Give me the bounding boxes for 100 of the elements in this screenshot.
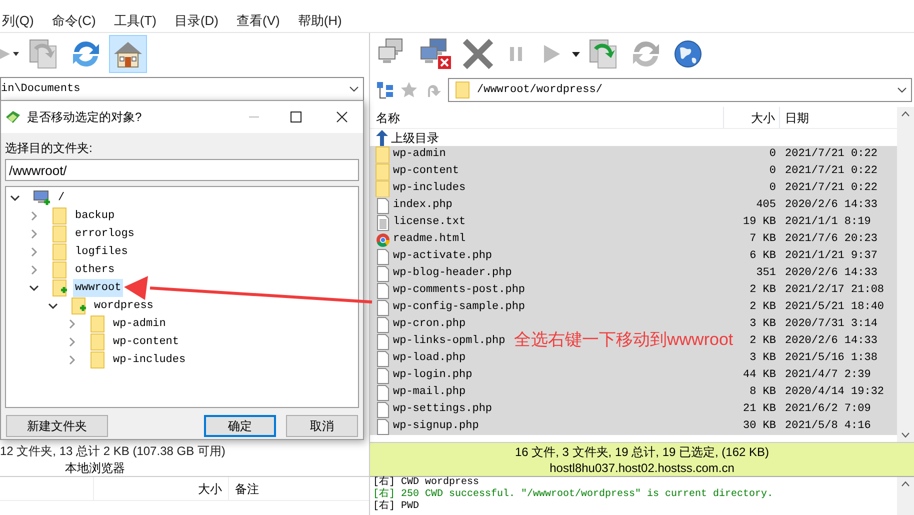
scroll-up-icon[interactable] — [901, 481, 910, 487]
dialog-button[interactable]: 确定 — [204, 415, 276, 437]
tree-item[interactable]: wwwroot — [73, 279, 124, 297]
expand-right-icon[interactable] — [29, 247, 39, 257]
column-header[interactable]: 日期 — [780, 108, 809, 126]
file-row[interactable]: wp-activate.php 6 KB 2021/1/21 9:37 — [370, 248, 897, 265]
file-row[interactable]: readme.html 7 KB 2021/7/6 20:23 — [370, 231, 897, 248]
folder-icon — [90, 333, 106, 351]
maximize-icon[interactable] — [290, 111, 302, 123]
menu-item[interactable]: 工具(T) — [114, 11, 156, 31]
file-icon — [377, 198, 389, 214]
file-date: 2021/7/21 0:22 — [784, 181, 878, 196]
folder-icon — [375, 146, 391, 164]
file-name: license.txt — [393, 215, 466, 230]
local-status-text: 12 文件夹, 13 总计 2 KB (107.38 GB 可用) — [0, 443, 226, 459]
expand-down-icon[interactable] — [29, 283, 39, 293]
prompt-label: 选择目的文件夹: — [5, 140, 94, 156]
file-name: wp-blog-header.php — [393, 266, 512, 282]
expand-right-icon[interactable] — [67, 319, 77, 329]
file-size: 7 KB — [748, 232, 777, 248]
disconnect-icon[interactable] — [418, 36, 454, 72]
file-row[interactable]: index.php 405 2020/2/6 14:33 — [370, 197, 897, 214]
menu-item[interactable]: 目录(D) — [174, 11, 218, 31]
file-name: wp-comments-post.php — [393, 283, 526, 298]
tree-view-icon[interactable] — [376, 81, 394, 99]
folder-icon — [90, 351, 106, 369]
expand-right-icon[interactable] — [29, 211, 39, 221]
column-header[interactable]: 大小 — [94, 477, 229, 500]
tree-item[interactable]: others — [73, 261, 117, 279]
column-header[interactable]: 备注 — [229, 480, 259, 498]
file-size: 44 KB — [742, 368, 777, 384]
file-name: wp-load.php — [393, 351, 466, 366]
file-row[interactable]: wp-includes 0 2021/7/21 0:22 — [370, 180, 897, 197]
scroll-up-icon[interactable] — [901, 111, 910, 117]
file-row[interactable]: license.txt 19 KB 2021/1/1 8:19 — [370, 214, 897, 231]
home-icon[interactable] — [110, 36, 146, 72]
file-date: 2021/1/1 8:19 — [784, 215, 871, 230]
file-name: index.php — [393, 198, 452, 214]
expand-down-icon[interactable] — [48, 301, 58, 311]
file-size: 351 — [755, 266, 777, 282]
file-row[interactable]: wp-blog-header.php 351 2020/2/6 14:33 — [370, 265, 897, 282]
tree-item[interactable]: wp-admin — [111, 315, 168, 333]
file-date: 2021/5/16 1:38 — [784, 351, 878, 366]
expand-right-icon[interactable] — [29, 265, 39, 275]
file-row[interactable]: wp-content 0 2021/7/21 0:22 — [370, 163, 897, 180]
folder-input[interactable]: /wwwroot/ — [5, 159, 359, 181]
menu-item[interactable]: 帮助(H) — [298, 11, 342, 31]
panel-label: 本地浏览器 — [65, 460, 125, 476]
file-icon — [377, 402, 389, 418]
file-size: 2 KB — [748, 283, 777, 298]
expand-right-icon[interactable] — [67, 355, 77, 365]
column-header[interactable]: 名称 — [370, 107, 724, 128]
file-row[interactable]: wp-load.php 3 KB 2021/5/16 1:38 — [370, 350, 897, 367]
file-date: 2021/6/2 7:09 — [784, 402, 871, 418]
computer-icon — [33, 190, 51, 206]
file-size: 2 KB — [748, 300, 777, 316]
file-name: wp-cron.php — [393, 317, 466, 332]
dialog-button[interactable]: 新建文件夹 — [6, 415, 108, 437]
tree-item[interactable]: logfiles — [73, 243, 130, 261]
tree-item[interactable]: wp-includes — [111, 351, 188, 369]
tree-item[interactable]: backup — [73, 207, 117, 225]
tree-item[interactable]: errorlogs — [73, 225, 136, 243]
path-field[interactable]: /wwwroot/wordpress/ — [448, 78, 912, 102]
scrollbar[interactable] — [897, 107, 914, 442]
expand-right-icon[interactable] — [29, 229, 39, 239]
parent-folder-link[interactable]: 上级目录 — [391, 128, 439, 146]
caret-icon[interactable] — [572, 52, 580, 56]
column-header[interactable]: 大小 — [724, 107, 780, 128]
file-icon — [377, 316, 389, 332]
file-row[interactable]: wp-admin 0 2021/7/21 0:22 — [370, 146, 897, 163]
text-file-icon — [377, 214, 389, 230]
browser-icon — [376, 232, 390, 246]
app-icon — [5, 110, 21, 124]
file-row[interactable]: wp-comments-post.php 2 KB 2021/2/17 21:08 — [370, 282, 897, 299]
file-name: wp-includes — [393, 181, 466, 196]
menu-item[interactable]: 命令(C) — [52, 11, 96, 31]
close-icon[interactable] — [336, 111, 348, 123]
expand-right-icon[interactable] — [67, 337, 77, 347]
file-name: wp-links-opml.php — [393, 334, 506, 350]
menu-item[interactable]: 查看(V) — [236, 11, 280, 31]
menu-item[interactable]: 列(Q) — [2, 11, 34, 31]
folder-icon — [71, 297, 87, 315]
file-row[interactable]: wp-links-opml.php 全选右键一下移动到wwwroot 2 KB 2020/2/6 14:33 — [370, 333, 897, 350]
file-row[interactable]: wp-settings.php 21 KB 2021/6/2 7:09 — [370, 401, 897, 418]
file-row[interactable]: wp-login.php 44 KB 2021/4/7 2:39 — [370, 367, 897, 384]
file-size: 30 KB — [742, 419, 777, 434]
file-row[interactable]: wp-signup.php 30 KB 2021/5/8 4:16 — [370, 418, 897, 435]
folder-icon — [90, 315, 106, 333]
tree-item[interactable]: wp-content — [111, 333, 182, 351]
folder-icon — [52, 225, 68, 243]
star-icon[interactable] — [400, 81, 418, 99]
scroll-down-icon[interactable] — [901, 432, 910, 438]
file-row[interactable]: wp-config-sample.php 2 KB 2021/5/21 18:40 — [370, 299, 897, 316]
dialog-button[interactable]: 取消 — [286, 415, 358, 437]
expand-down-icon[interactable] — [10, 193, 20, 203]
file-row[interactable]: wp-mail.php 8 KB 2020/4/14 19:32 — [370, 384, 897, 401]
tree-item[interactable]: wordpress — [92, 297, 156, 315]
folder-icon — [52, 207, 68, 225]
dropdown-icon — [349, 86, 359, 92]
tree-item[interactable]: / — [56, 189, 67, 207]
